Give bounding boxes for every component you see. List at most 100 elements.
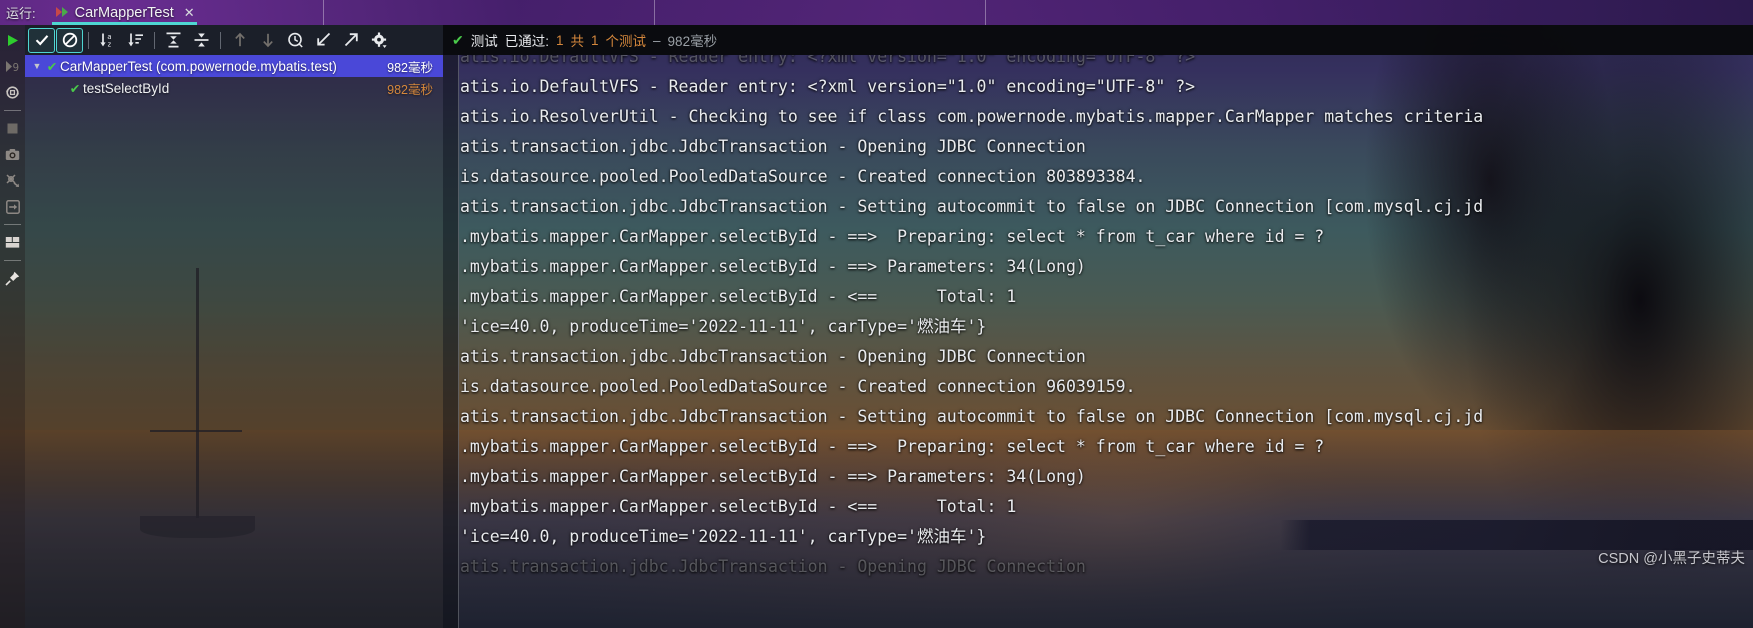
layout-icon	[5, 237, 20, 248]
console-log-line: atis.io.DefaultVFS - Reader entry: <?xml…	[460, 77, 1196, 96]
import-test-results-button[interactable]	[310, 28, 337, 53]
sort-az-icon: a z	[99, 33, 111, 48]
settings-button[interactable]	[366, 28, 393, 53]
test-passed-check-icon: ✔	[69, 81, 81, 96]
csdn-watermark: CSDN @小黑子史蒂夫	[1598, 551, 1745, 567]
console-log-line: 'ice=40.0, produceTime='2022-11-11', car…	[460, 317, 987, 336]
camera-icon	[5, 149, 20, 160]
next-failed-test-button[interactable]	[254, 28, 281, 53]
status-total-count: 1	[591, 32, 599, 48]
status-total-suffix: 个测试	[605, 34, 647, 49]
console-log-line: atis.io.ResolverUtil - Checking to see i…	[460, 107, 1484, 126]
test-passed-check-icon: ✔	[46, 59, 58, 74]
console-log-line: .mybatis.mapper.CarMapper.selectById - <…	[460, 287, 1017, 306]
rerun-button[interactable]	[1, 29, 24, 52]
test-class-row[interactable]: ▼ ✔ CarMapperTest (com.powernode.mybatis.t…	[25, 55, 443, 77]
expand-all-icon	[166, 32, 181, 48]
collapse-all-icon	[194, 33, 209, 47]
tree-row-duration: 982毫秒	[387, 60, 433, 75]
console-log-line: .mybatis.mapper.CarMapper.selectById - =…	[460, 437, 1325, 456]
test-results-tree[interactable]: ▼ ✔ CarMapperTest (com.powernode.mybatis.t…	[25, 55, 443, 628]
console-log-line: .mybatis.mapper.CarMapper.selectById - =…	[460, 467, 1086, 486]
console-log-lines: atis.io.DefaultVFS - Reader entry: <?xml…	[460, 55, 1753, 582]
console-log-line: atis.io.DefaultVFS - Reader entry: <?xml…	[460, 55, 1196, 66]
toolbar-divider-2	[154, 31, 155, 49]
console-log-line: 'ice=40.0, produceTime='2022-11-11', car…	[460, 527, 987, 546]
green-check-icon: ✔	[452, 31, 464, 48]
export-arrow-icon	[5, 199, 20, 214]
layout-settings-button[interactable]	[1, 231, 24, 254]
chevron-down-icon[interactable]: ▼	[30, 61, 44, 71]
console-log-line: .mybatis.mapper.CarMapper.selectById - <…	[460, 497, 1017, 516]
console-output-panel[interactable]: atis.io.DefaultVFS - Reader entry: <?xml…	[443, 55, 1753, 628]
no-entry-icon	[62, 32, 77, 48]
console-log-line: .mybatis.mapper.CarMapper.selectById - =…	[460, 257, 1086, 276]
tab-label: CarMapperTest	[74, 4, 174, 21]
run-tool-window-tabbar: 运行: CarMapperTest ✕	[0, 0, 1753, 25]
gear-icon	[371, 32, 387, 48]
export-arrow-icon	[344, 33, 358, 47]
console-log-line: is.datasource.pooled.PooledDataSource - …	[460, 167, 1146, 186]
pin-tab-button[interactable]	[1, 267, 24, 290]
test-status-bar: ✔ 测试 已通过: 1 共 1 个测试 – 982毫秒	[443, 25, 1753, 55]
stop-square-icon	[7, 123, 18, 134]
dump-threads-button[interactable]	[1, 169, 24, 192]
toolbar-divider-3	[220, 31, 221, 49]
show-passed-toggle[interactable]	[28, 27, 55, 53]
test-history-button[interactable]	[282, 28, 309, 53]
export-test-results-button[interactable]	[338, 28, 365, 53]
test-runner-toolbar: a z	[25, 25, 443, 55]
console-log-line: atis.transaction.jdbc.JdbcTransaction - …	[460, 197, 1484, 216]
console-log-line: atis.transaction.jdbc.JdbcTransaction - …	[460, 137, 1086, 156]
play-icon	[8, 35, 18, 46]
rerun-failed-icon: 9	[6, 61, 20, 73]
tab-car-mapper-test[interactable]: CarMapperTest ✕	[46, 0, 203, 25]
collapse-all-button[interactable]	[188, 28, 215, 53]
import-arrow-icon	[317, 32, 331, 46]
show-ignored-toggle[interactable]	[56, 27, 83, 53]
run-actions-sidebar: 9	[0, 25, 25, 628]
arrow-up-icon	[234, 32, 245, 47]
svg-text:9: 9	[13, 61, 20, 73]
status-label: 测试	[470, 34, 498, 49]
sidebar-divider-2	[4, 224, 21, 225]
toolbar-divider-1	[88, 31, 89, 49]
sort-by-duration-button[interactable]	[122, 28, 149, 53]
stop-button[interactable]	[1, 117, 24, 140]
svg-text:z: z	[107, 41, 111, 48]
auto-rerun-icon	[6, 86, 19, 99]
export-test-results-button-left[interactable]	[1, 195, 24, 218]
expand-all-button[interactable]	[160, 28, 187, 53]
sort-alphabetically-button[interactable]: a z	[94, 28, 121, 53]
tree-row-duration: 982毫秒	[387, 82, 433, 97]
test-method-row[interactable]: ✔ testSelectById 982毫秒	[25, 77, 443, 99]
sidebar-divider-1	[4, 110, 21, 111]
checkmark-icon	[35, 35, 48, 46]
tree-row-label: CarMapperTest (com.powernode.mybatis.tes…	[60, 58, 337, 74]
status-total-prefix: 共	[570, 34, 585, 49]
tabbar-divider	[322, 0, 324, 25]
status-dash: –	[653, 32, 661, 48]
tabbar-divider-2	[653, 0, 655, 25]
sidebar-divider-3	[4, 260, 21, 261]
toggle-auto-test-button[interactable]	[1, 81, 24, 104]
sort-duration-icon	[127, 33, 143, 47]
status-duration: 982毫秒	[667, 34, 718, 49]
console-log-line: is.datasource.pooled.PooledDataSource - …	[460, 377, 1136, 396]
status-passed-count: 1	[556, 32, 564, 48]
console-gutter	[443, 55, 459, 628]
tree-row-label: testSelectById	[83, 80, 170, 96]
rerun-failed-tests-button[interactable]: 9	[1, 55, 24, 78]
close-icon[interactable]: ✕	[184, 6, 195, 19]
thread-dump-icon	[6, 174, 19, 188]
run-tool-window-label: 运行:	[6, 6, 36, 21]
arrow-down-icon	[262, 33, 273, 48]
run-config-icon	[55, 6, 69, 19]
screenshot-button[interactable]	[1, 143, 24, 166]
console-log-line: .mybatis.mapper.CarMapper.selectById - =…	[460, 227, 1325, 246]
console-log-line: atis.transaction.jdbc.JdbcTransaction - …	[460, 347, 1086, 366]
clock-history-icon	[288, 32, 303, 48]
pin-icon	[5, 271, 20, 286]
status-passed-label: 已通过:	[504, 34, 549, 49]
previous-failed-test-button[interactable]	[226, 28, 253, 53]
